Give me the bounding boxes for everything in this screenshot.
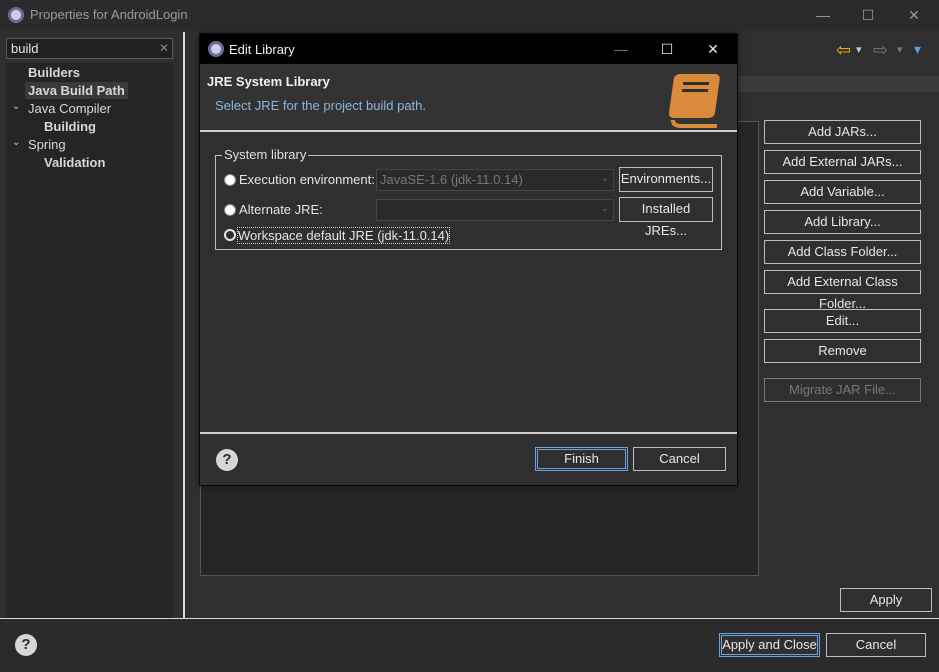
apply-button[interactable]: Apply (840, 588, 932, 612)
execution-env-label: Execution environment: (239, 172, 375, 187)
migrate-jar-button[interactable]: Migrate JAR File... (764, 378, 921, 402)
chevron-down-icon[interactable]: ⌄ (12, 137, 20, 148)
tree-item-spring[interactable]: Spring (28, 137, 66, 152)
footer-separator (200, 432, 737, 434)
add-jars-button[interactable]: Add JARs... (764, 120, 921, 144)
forward-menu-icon[interactable]: ▾ (897, 43, 903, 56)
environments-button[interactable]: Environments... (619, 167, 713, 192)
alternate-jre-combo[interactable]: ⌄ (376, 199, 614, 221)
dialog-title: Edit Library (229, 42, 295, 57)
cancel-button[interactable]: Cancel (826, 633, 926, 657)
chevron-down-icon[interactable]: ⌄ (12, 101, 20, 112)
add-external-class-folder-button[interactable]: Add External Class Folder... (764, 270, 921, 311)
add-variable-button[interactable]: Add Variable... (764, 180, 921, 204)
clear-filter-icon[interactable]: ✕ (159, 41, 169, 55)
tree-item-validation[interactable]: Validation (44, 155, 105, 170)
dialog-titlebar: Edit Library — ☐ ✕ (200, 34, 737, 64)
tree-item-building[interactable]: Building (44, 119, 96, 134)
tree-item-java-build-path[interactable]: Java Build Path (25, 82, 128, 99)
dialog-heading: JRE System Library (207, 74, 330, 89)
execution-env-radio[interactable] (224, 174, 236, 186)
dialog-close-button[interactable]: ✕ (690, 34, 736, 64)
preference-tree: Builders Java Build Path ⌄ Java Compiler… (6, 63, 173, 619)
tab-strip (737, 76, 939, 92)
edit-button[interactable]: Edit... (764, 309, 921, 333)
filter-input[interactable] (6, 38, 173, 59)
dialog-subtitle: Select JRE for the project build path. (215, 98, 427, 113)
alternate-jre-label: Alternate JRE: (239, 202, 323, 217)
window-title: Properties for AndroidLogin (30, 7, 188, 22)
close-button[interactable]: ✕ (891, 0, 937, 30)
chevron-down-icon: ⌄ (600, 203, 609, 214)
eclipse-icon (8, 7, 24, 23)
add-external-jars-button[interactable]: Add External JARs... (764, 150, 921, 174)
back-arrow-icon[interactable]: ⇦ (836, 40, 851, 61)
help-icon[interactable]: ? (15, 634, 37, 656)
installed-jres-button[interactable]: Installed JREs... (619, 197, 713, 238)
apply-and-close-button[interactable]: Apply and Close (719, 633, 820, 657)
add-library-button[interactable]: Add Library... (764, 210, 921, 234)
library-book-icon (668, 74, 720, 128)
dialog-help-icon[interactable]: ? (216, 449, 238, 471)
window-titlebar: Properties for AndroidLogin — ☐ ✕ (0, 0, 939, 30)
workspace-default-label[interactable]: Workspace default JRE (jdk-11.0.14) (236, 227, 451, 244)
dialog-maximize-button[interactable]: ☐ (644, 34, 690, 64)
forward-arrow-icon[interactable]: ⇨ (873, 40, 888, 61)
tree-item-builders[interactable]: Builders (28, 65, 80, 80)
sash-divider[interactable] (183, 32, 185, 618)
add-class-folder-button[interactable]: Add Class Folder... (764, 240, 921, 264)
header-separator (200, 130, 737, 132)
remove-button[interactable]: Remove (764, 339, 921, 363)
chevron-down-icon: ⌄ (600, 173, 609, 184)
back-menu-icon[interactable]: ▾ (856, 43, 862, 56)
eclipse-icon (208, 41, 224, 57)
execution-env-combo[interactable]: JavaSE-1.6 (jdk-11.0.14) ⌄ (376, 169, 614, 191)
dialog-minimize-button[interactable]: — (598, 34, 644, 64)
maximize-button[interactable]: ☐ (845, 0, 891, 30)
workspace-default-radio[interactable] (224, 229, 236, 241)
execution-env-value: JavaSE-1.6 (jdk-11.0.14) (380, 172, 523, 187)
system-library-label: System library (222, 147, 309, 162)
minimize-button[interactable]: — (800, 0, 846, 30)
dialog-cancel-button[interactable]: Cancel (633, 447, 726, 471)
finish-button[interactable]: Finish (535, 447, 628, 471)
view-menu-icon[interactable]: ▾ (914, 41, 921, 58)
tree-item-java-compiler[interactable]: Java Compiler (28, 101, 111, 116)
alternate-jre-radio[interactable] (224, 204, 236, 216)
edit-library-dialog: Edit Library — ☐ ✕ JRE System Library Se… (199, 33, 738, 486)
